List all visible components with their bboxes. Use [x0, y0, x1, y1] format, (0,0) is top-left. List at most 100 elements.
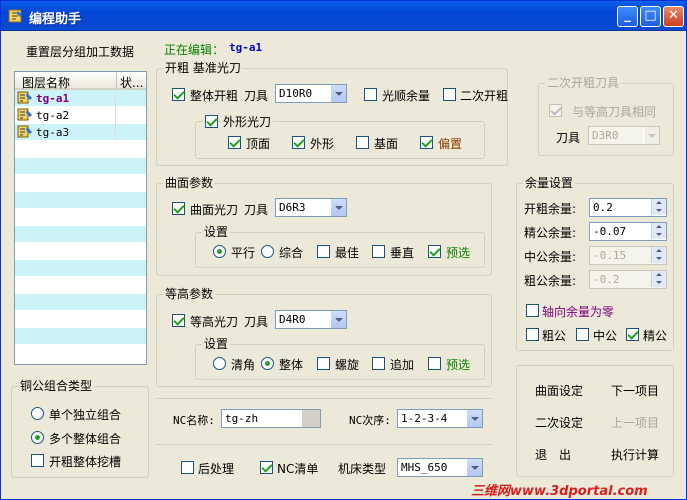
rough-tool-select[interactable]: D10R0 [275, 84, 347, 103]
second-setting-button[interactable]: 二次设定 [535, 414, 583, 431]
nc-name-input[interactable]: tg-zh [221, 409, 321, 428]
mid-allowance-input[interactable]: -0.15 [589, 246, 667, 265]
surface-preselect-checkbox[interactable] [428, 245, 441, 258]
contour-finish-label: 等高光刀 [190, 315, 239, 329]
post-process-label: 后处理 [198, 462, 235, 476]
axial-zero-checkbox[interactable] [526, 304, 539, 317]
contour-tool-select[interactable]: D4R0 [275, 310, 347, 329]
machine-type-label: 机床类型 [338, 462, 387, 476]
whole-radio[interactable] [261, 357, 274, 370]
next-item-button[interactable]: 下一项目 [611, 382, 659, 399]
second-rough-label: 二次开粗 [460, 89, 509, 103]
spin-down-icon[interactable] [651, 207, 666, 215]
coarse-allowance-label: 粗公余量: [524, 274, 577, 288]
pit-checkbox[interactable] [31, 454, 44, 467]
nc-order-select[interactable]: 1-2-3-4 [397, 409, 483, 428]
run-calculation-button[interactable]: 执行计算 [611, 446, 659, 463]
column-header-name[interactable]: 图层名称 [22, 74, 70, 91]
surface-setting-button[interactable]: 曲面设定 [535, 382, 583, 399]
list-item[interactable]: tg-a1 [15, 90, 146, 107]
column-header-status[interactable]: 状... [120, 74, 143, 91]
composite-radio[interactable] [261, 245, 274, 258]
title-bar[interactable]: 编程助手 _ □ ✕ [1, 1, 686, 31]
surface-tool-label: 刀具 [244, 203, 269, 217]
maximize-button[interactable]: □ [640, 6, 661, 27]
spin-down-icon[interactable] [651, 279, 666, 287]
mid-electrode-label: 中公 [593, 329, 618, 343]
base-face-checkbox[interactable] [356, 136, 369, 149]
best-checkbox[interactable] [317, 245, 330, 258]
contour-finish-checkbox[interactable] [172, 314, 185, 327]
surface-finish-checkbox[interactable] [172, 202, 185, 215]
spin-up-icon[interactable] [651, 199, 666, 207]
clear-corner-label: 清角 [231, 358, 256, 372]
second-tool-select[interactable]: D3R0 [588, 126, 660, 145]
multi-group-radio[interactable] [31, 431, 44, 444]
fine-electrode-label: 精公 [643, 329, 668, 343]
spin-down-icon[interactable] [651, 255, 666, 263]
offset-checkbox[interactable] [420, 136, 433, 149]
spiral-checkbox[interactable] [317, 357, 330, 370]
layer-list-header: 图层名称 状... [15, 72, 146, 90]
nc-order-label: NC次序: [349, 414, 391, 427]
list-item[interactable]: tg-a2 [15, 107, 146, 124]
same-tool-checkbox[interactable] [549, 104, 562, 117]
contour-legend: 等高参数 [163, 287, 216, 301]
contour-settings-group: 设置 清角 整体 螺旋 追加 预选 [195, 337, 485, 380]
close-button[interactable]: ✕ [663, 6, 684, 27]
contour-preselect-checkbox[interactable] [428, 357, 441, 370]
rough-allowance-input[interactable]: 0.2 [589, 198, 667, 217]
second-rough-tool-group: 二次开粗刀具 与等高刀具相同 刀具 D3R0 [538, 76, 674, 156]
best-label: 最佳 [335, 246, 360, 260]
fine-allowance-input[interactable]: -0.07 [589, 222, 667, 241]
append-checkbox[interactable] [372, 357, 385, 370]
spin-up-icon[interactable] [651, 223, 666, 231]
single-group-radio[interactable] [31, 407, 44, 420]
list-item-empty [15, 226, 146, 243]
chevron-down-icon [330, 199, 346, 216]
nc-list-label: NC清单 [277, 462, 319, 476]
minimize-button[interactable]: _ [617, 6, 638, 27]
machine-type-select[interactable]: MHS_650 [397, 458, 483, 477]
prev-item-button[interactable]: 上一项目 [611, 414, 659, 431]
offset-label: 偏置 [438, 137, 463, 151]
parallel-radio[interactable] [213, 245, 226, 258]
shape-checkbox[interactable] [292, 136, 305, 149]
list-item-empty [15, 158, 146, 175]
contour-tool-label: 刀具 [244, 315, 269, 329]
clear-corner-radio[interactable] [213, 357, 226, 370]
list-item[interactable]: tg-a3 [15, 124, 146, 141]
spin-down-icon[interactable] [651, 231, 666, 239]
second-tool-label: 刀具 [556, 131, 581, 145]
actions-group: 曲面设定 下一项目 二次设定 上一项目 退 出 执行计算 [516, 365, 674, 477]
list-item-empty [15, 209, 146, 226]
exit-button[interactable]: 退 出 [535, 446, 571, 463]
nc-list-checkbox[interactable] [260, 461, 273, 474]
post-process-checkbox[interactable] [181, 461, 194, 474]
list-item-empty [15, 311, 146, 328]
whole-label: 整体 [279, 358, 304, 372]
whole-rough-checkbox[interactable] [172, 88, 185, 101]
fine-electrode-checkbox[interactable] [626, 328, 639, 341]
layer-icon [17, 125, 32, 138]
surface-tool-select[interactable]: D6R3 [275, 198, 347, 217]
spin-up-icon[interactable] [651, 247, 666, 255]
vertical-checkbox[interactable] [372, 245, 385, 258]
layer-name: tg-a1 [36, 92, 70, 105]
surface-group: 曲面参数 曲面光刀 刀具 D6R3 设置 平行 综合 最佳 垂直 预选 [156, 176, 492, 276]
multi-group-label: 多个整体组合 [49, 432, 122, 446]
top-face-checkbox[interactable] [228, 136, 241, 149]
outer-finish-checkbox[interactable] [205, 115, 218, 128]
coarse-allowance-input[interactable]: -0.2 [589, 270, 667, 289]
coarse-electrode-checkbox[interactable] [526, 328, 539, 341]
second-rough-checkbox[interactable] [443, 88, 456, 101]
mid-electrode-checkbox[interactable] [576, 328, 589, 341]
layer-list[interactable]: 图层名称 状... tg-a1 tg-a2 tg-a3 [14, 71, 147, 365]
smooth-allowance-checkbox[interactable] [364, 88, 377, 101]
list-item-empty [15, 328, 146, 345]
allowance-legend: 余量设置 [523, 176, 576, 190]
shape-label: 外形 [310, 137, 335, 151]
group-type-box: 铜公组合类型 单个独立组合 多个整体组合 开粗整体挖槽 [11, 379, 149, 478]
spin-up-icon[interactable] [651, 271, 666, 279]
list-item-empty [15, 277, 146, 294]
